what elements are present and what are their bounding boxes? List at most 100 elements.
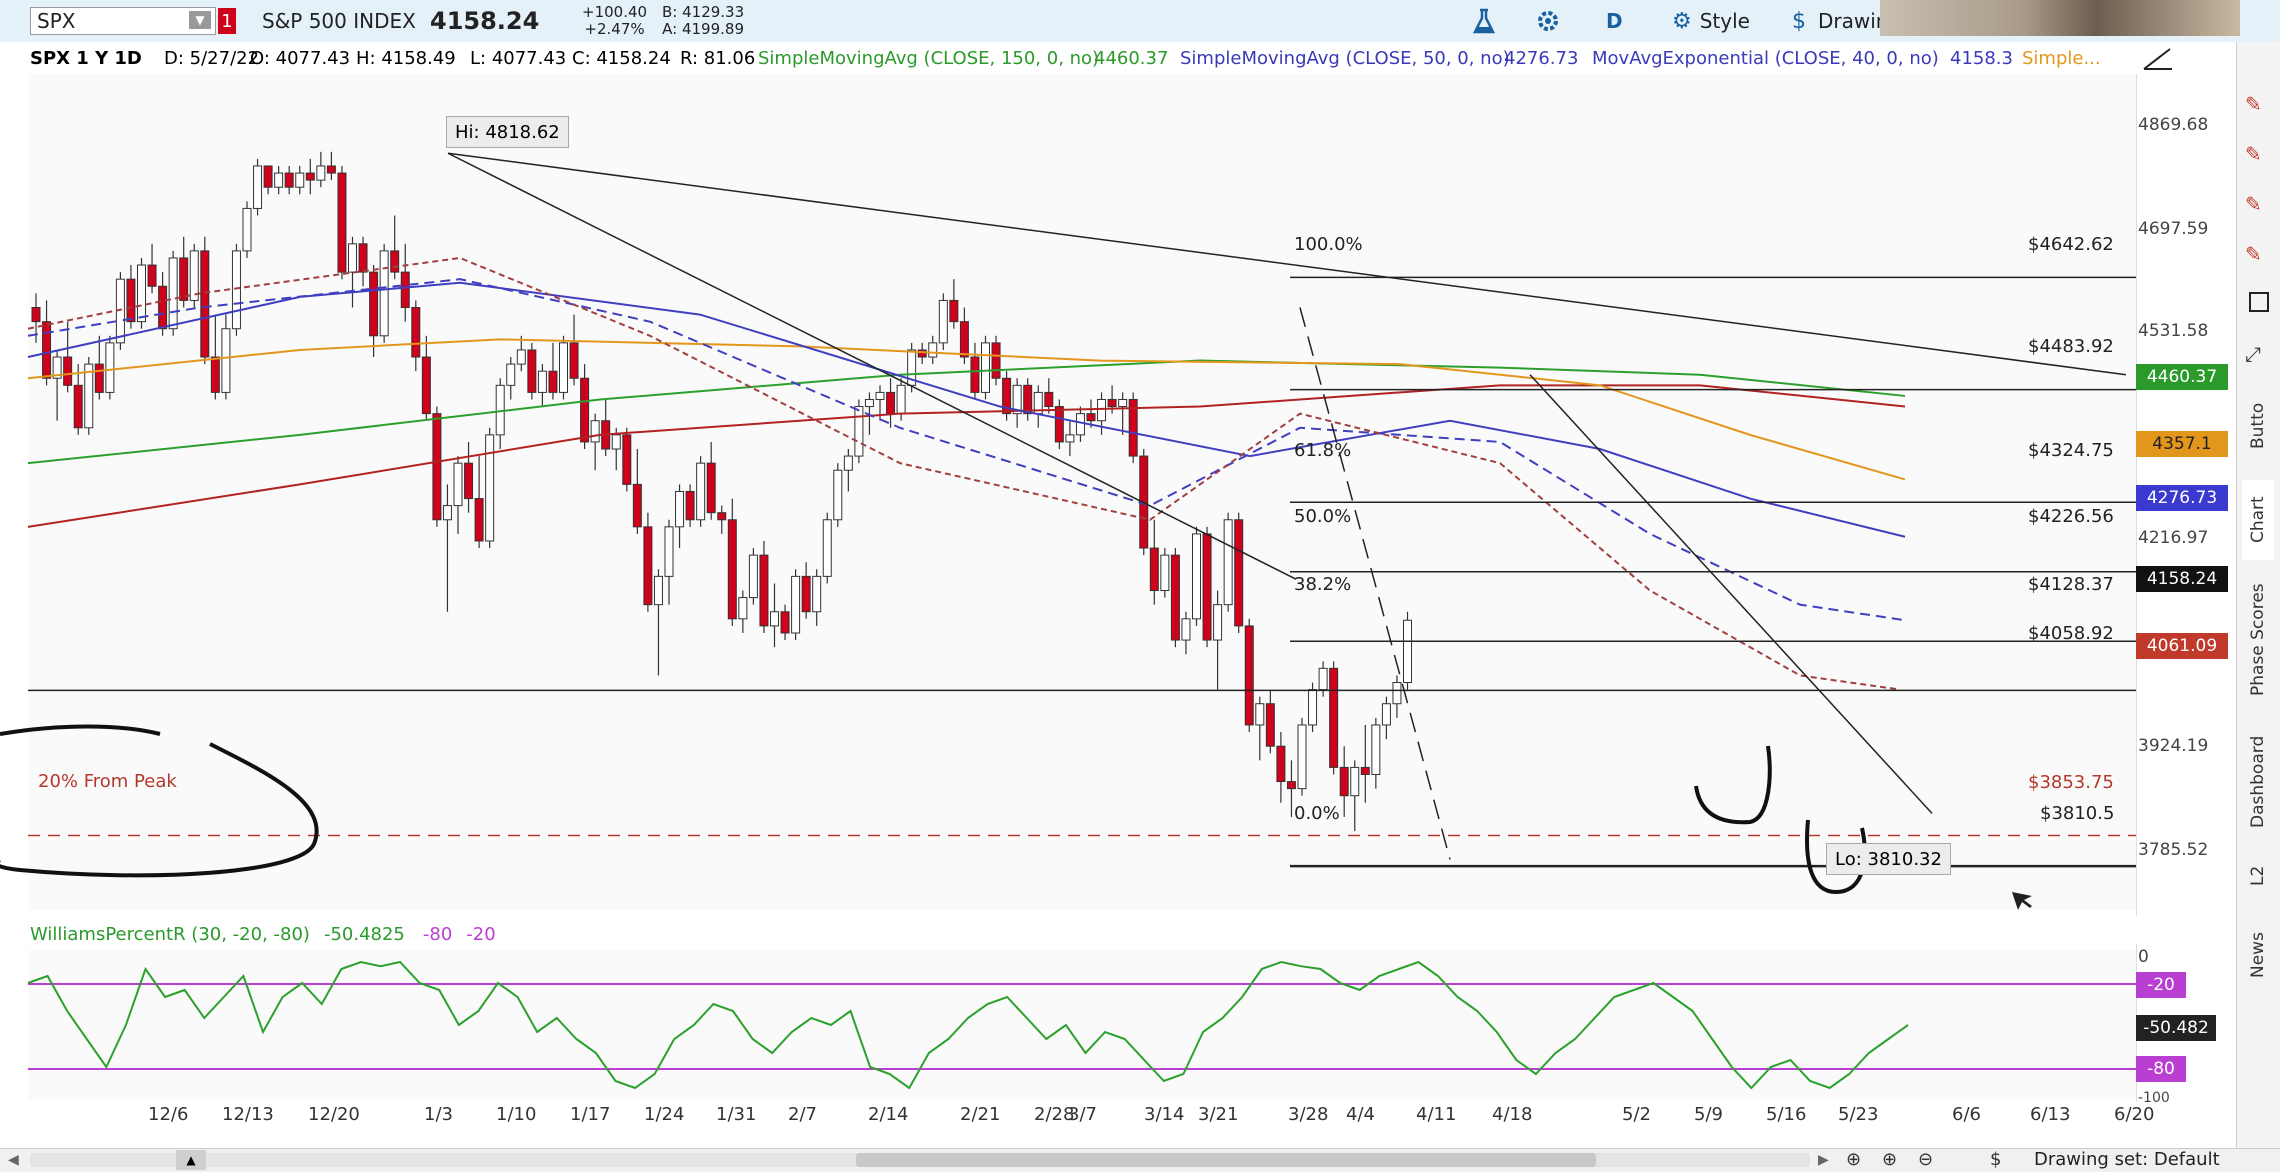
candle-body [653,575,663,606]
ask-price: A: 4199.89 [662,20,744,38]
symbol-input[interactable]: SPX [37,9,75,33]
pencil-icon[interactable]: ✎ [2245,192,2271,218]
expand-icon[interactable]: ⤢ [2245,342,2271,368]
candle-body [1381,703,1391,726]
scroll-right-icon[interactable]: ▶ [1818,1152,1829,1168]
tab-chart[interactable]: Chart [2242,480,2274,560]
aggregation-dropdown[interactable]: D [1606,0,1623,42]
dollar-icon: $ [1792,8,1806,34]
tab-dashboard[interactable]: Dashboard [2242,722,2274,842]
candle-body [748,554,758,599]
williams-chart[interactable] [0,950,2136,1100]
symbol-field[interactable]: SPX ▼ [30,0,216,42]
candle-body [864,398,874,408]
candle-body [1318,667,1328,691]
candle-body [1086,413,1096,422]
level-4483-label: $4483.92 [2028,336,2114,357]
bar-high: H: 4158.49 [356,47,456,69]
candle-body [221,328,231,393]
draw-tool-icon[interactable] [2142,42,2174,74]
alert-badge[interactable]: 1 [218,0,236,42]
williams-minus80-tag: -80 [2136,1056,2186,1082]
level-3810-label: $3810.5 [2040,803,2115,824]
candle-body [1350,766,1360,797]
dollar-icon[interactable]: $ [1990,1149,2001,1170]
candle-body [242,207,252,252]
candle-body [94,363,104,393]
pencil-icon[interactable]: ✎ [2245,92,2271,118]
low-label: Lo: 3810.32 [1826,843,1951,875]
last-price-tag: 4158.24 [2136,566,2228,592]
zoom-out-icon[interactable]: ⊖ [1918,1149,1933,1170]
drawings-label: Drawin [1818,9,1889,33]
square-icon[interactable] [2249,292,2269,312]
candle-body [326,165,336,174]
chevron-down-icon[interactable]: ▼ [189,11,211,29]
level-4226-label: $4226.56 [2028,506,2114,527]
pan-icon[interactable]: ⊕ [1846,1149,1861,1170]
pencil-icon[interactable]: ✎ [2245,142,2271,168]
candle-body [137,264,146,323]
sma50-label[interactable]: SimpleMovingAvg (CLOSE, 50, 0, no) [1180,42,1510,74]
candle-body [105,342,115,393]
price-chart[interactable] [0,74,2136,916]
webcam-overlay [1880,0,2240,36]
williams-label[interactable]: WilliamsPercentR (30, -20, -80) [30,924,310,945]
candle-body [453,462,463,507]
tab-phase-scores[interactable]: Phase Scores [2242,570,2274,710]
more-studies-label[interactable]: Simple... [2022,42,2101,74]
time-axis-label: 6/6 [1952,1104,1981,1125]
drawing-set-label[interactable]: Drawing set: Default [2034,1149,2220,1170]
candle-body [168,257,178,330]
gear-icon[interactable] [1535,0,1561,42]
time-scrollbar[interactable]: ▲ [30,1150,1810,1170]
percent-change: +2.47% [584,20,645,38]
candle-body [854,406,864,457]
candle-body [337,172,347,273]
zoom-in-icon[interactable]: ⊕ [1882,1149,1897,1170]
candle-body [158,285,168,330]
candle-body [295,172,305,188]
twenty-percent-label: 20% From Peak [38,771,177,792]
style-label: Style [1699,9,1750,33]
jump-start-icon[interactable]: ▲ [176,1150,206,1170]
candle-body [759,554,769,627]
time-axis-label: 6/20 [2114,1104,2155,1125]
fib-0-label: 0.0% [1294,803,1340,824]
candle-body [548,370,558,393]
williams-value-tag: -50.482 [2136,1015,2216,1041]
candle-body [147,264,157,287]
candle-body [1149,547,1159,592]
style-menu[interactable]: ⚙ Style [1672,0,1750,42]
bar-low: L: 4077.43 [470,47,567,69]
ema40-label[interactable]: MovAvgExponential (CLOSE, 40, 0, no) [1592,42,1939,74]
sma150-value: 4460.37 [1094,47,1169,69]
indicator-legend: WilliamsPercentR (30, -20, -80) -50.4825… [30,920,496,948]
sma150-label[interactable]: SimpleMovingAvg (CLOSE, 150, 0, no) [758,42,1099,74]
symbol-period: SPX 1 Y 1D [30,47,142,69]
candle-body [875,391,885,400]
tab-news[interactable]: News [2242,920,2274,990]
pencil-icon[interactable]: ✎ [2245,242,2271,268]
scrollbar-thumb[interactable] [856,1153,1596,1167]
level-4058-label: $4058.92 [2028,623,2114,644]
candle-body [464,462,474,500]
time-axis-label: 2/21 [960,1104,1001,1125]
candle-body [981,342,990,393]
time-axis-label: 12/13 [222,1104,274,1125]
candle-body [1223,519,1233,606]
flask-icon[interactable] [1470,0,1498,42]
tab-l2[interactable]: L2 [2242,856,2274,896]
candle-body [1075,413,1085,436]
price-axis-label: 4531.58 [2138,321,2209,341]
candle-body [1160,554,1170,592]
price-axis-label: 4697.59 [2138,219,2209,239]
tab-buttons[interactable]: Butto [2242,386,2274,466]
drawings-menu[interactable]: $ Drawin [1792,0,1888,42]
candle-body [1371,724,1381,775]
candle-body [284,172,294,188]
price-axis-label: 3924.19 [2138,736,2209,756]
time-axis-label: 1/17 [570,1104,611,1125]
scroll-left-icon[interactable]: ◀ [8,1152,19,1168]
candle-body [1044,391,1054,408]
